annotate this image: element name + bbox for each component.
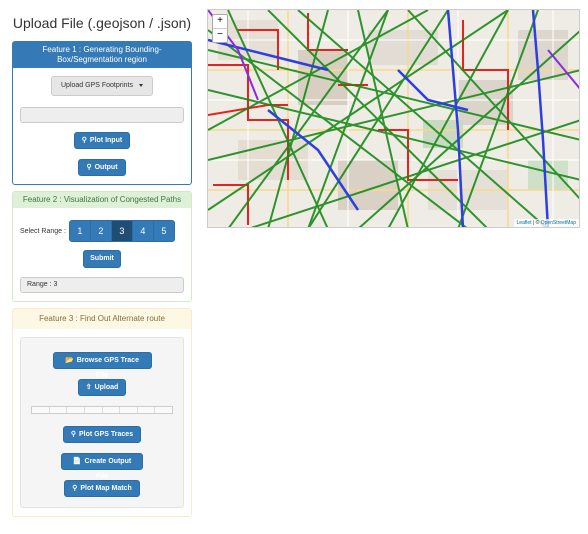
- plot-input-label: Plot Input: [89, 137, 123, 144]
- feature3-panel: Feature 3 : Find Out Alternate route 📂 Br…: [12, 308, 192, 517]
- range-button-4[interactable]: 4: [131, 220, 154, 242]
- output-label: Output: [94, 164, 118, 171]
- map-marker-icon: ⚲: [86, 164, 92, 171]
- upload-icon: ⇧: [85, 384, 92, 391]
- zoom-control: + −: [212, 14, 228, 43]
- submit-button[interactable]: Submit: [83, 250, 121, 268]
- map-tiles-and-traces: [208, 10, 579, 227]
- feature3-well: 📂 Browse GPS Trace File ⇧ Upload ⚲ Plot GPS…: [20, 337, 184, 508]
- file-input-field[interactable]: [20, 107, 184, 123]
- select-range-label: Select Range :: [20, 227, 66, 235]
- browse-gps-trace-file-button[interactable]: 📂 Browse GPS Trace File: [52, 352, 152, 379]
- plot-map-match-label: Plot Map Match: [80, 485, 132, 492]
- plot-traces-label: Plot GPS Traces: [79, 431, 134, 438]
- leaflet-link[interactable]: Leaflet: [517, 220, 532, 226]
- create-output-file-button[interactable]: 📄 Create Output File: [61, 453, 143, 480]
- map-marker-icon: ⚲: [70, 431, 77, 438]
- feature1-heading: Feature 1 : Generating Bounding-Box/Segm…: [13, 42, 191, 68]
- upload-title: Upload File (.geojson / .json): [12, 15, 192, 31]
- map-marker-icon: ⚲: [72, 485, 78, 492]
- upload-button[interactable]: ⇧ Upload: [78, 379, 126, 396]
- range-button-3[interactable]: 3: [110, 220, 133, 242]
- feature2-panel: Feature 2 : Visualization of Congested P…: [12, 191, 192, 302]
- output-button[interactable]: ⚲ Output: [78, 159, 126, 176]
- range-button-5[interactable]: 5: [152, 220, 175, 242]
- upload-gps-footprints-select[interactable]: Upload GPS Footprints: [51, 76, 153, 96]
- plot-input-button[interactable]: ⚲ Plot Input: [74, 132, 130, 149]
- file-icon: 📄: [72, 458, 82, 465]
- attribution-separator: | ©: [531, 220, 541, 226]
- caret-down-icon: [138, 83, 143, 87]
- map-view[interactable]: + − Leaflet | © OpenStreetMap: [207, 9, 580, 228]
- upload-label: Upload: [94, 384, 119, 391]
- range-button-group: 1 2 3 4 5: [68, 220, 175, 242]
- zoom-in-button[interactable]: +: [213, 15, 227, 29]
- range-display: Range : 3: [20, 277, 184, 293]
- plot-map-match-button[interactable]: ⚲ Plot Map Match: [64, 480, 140, 497]
- folder-open-icon: 📂: [65, 357, 74, 364]
- plot-gps-traces-button[interactable]: ⚲ Plot GPS Traces: [63, 426, 141, 443]
- zoom-out-button[interactable]: −: [213, 29, 227, 42]
- range-button-2[interactable]: 2: [89, 220, 112, 242]
- range-button-1[interactable]: 1: [68, 220, 91, 242]
- sidebar: Upload File (.geojson / .json) Feature 1…: [12, 14, 192, 523]
- select-label: Upload GPS Footprints: [61, 82, 133, 89]
- upload-progress-bar: [31, 406, 173, 414]
- feature1-panel: Feature 1 : Generating Bounding-Box/Segm…: [12, 41, 192, 185]
- map-marker-icon: ⚲: [81, 137, 87, 144]
- map-attribution: Leaflet | © OpenStreetMap: [513, 219, 579, 227]
- openstreetmap-link[interactable]: OpenStreetMap: [541, 220, 576, 226]
- feature2-heading: Feature 2 : Visualization of Congested P…: [13, 192, 191, 208]
- feature3-heading: Feature 3 : Find Out Alternate route: [13, 309, 191, 329]
